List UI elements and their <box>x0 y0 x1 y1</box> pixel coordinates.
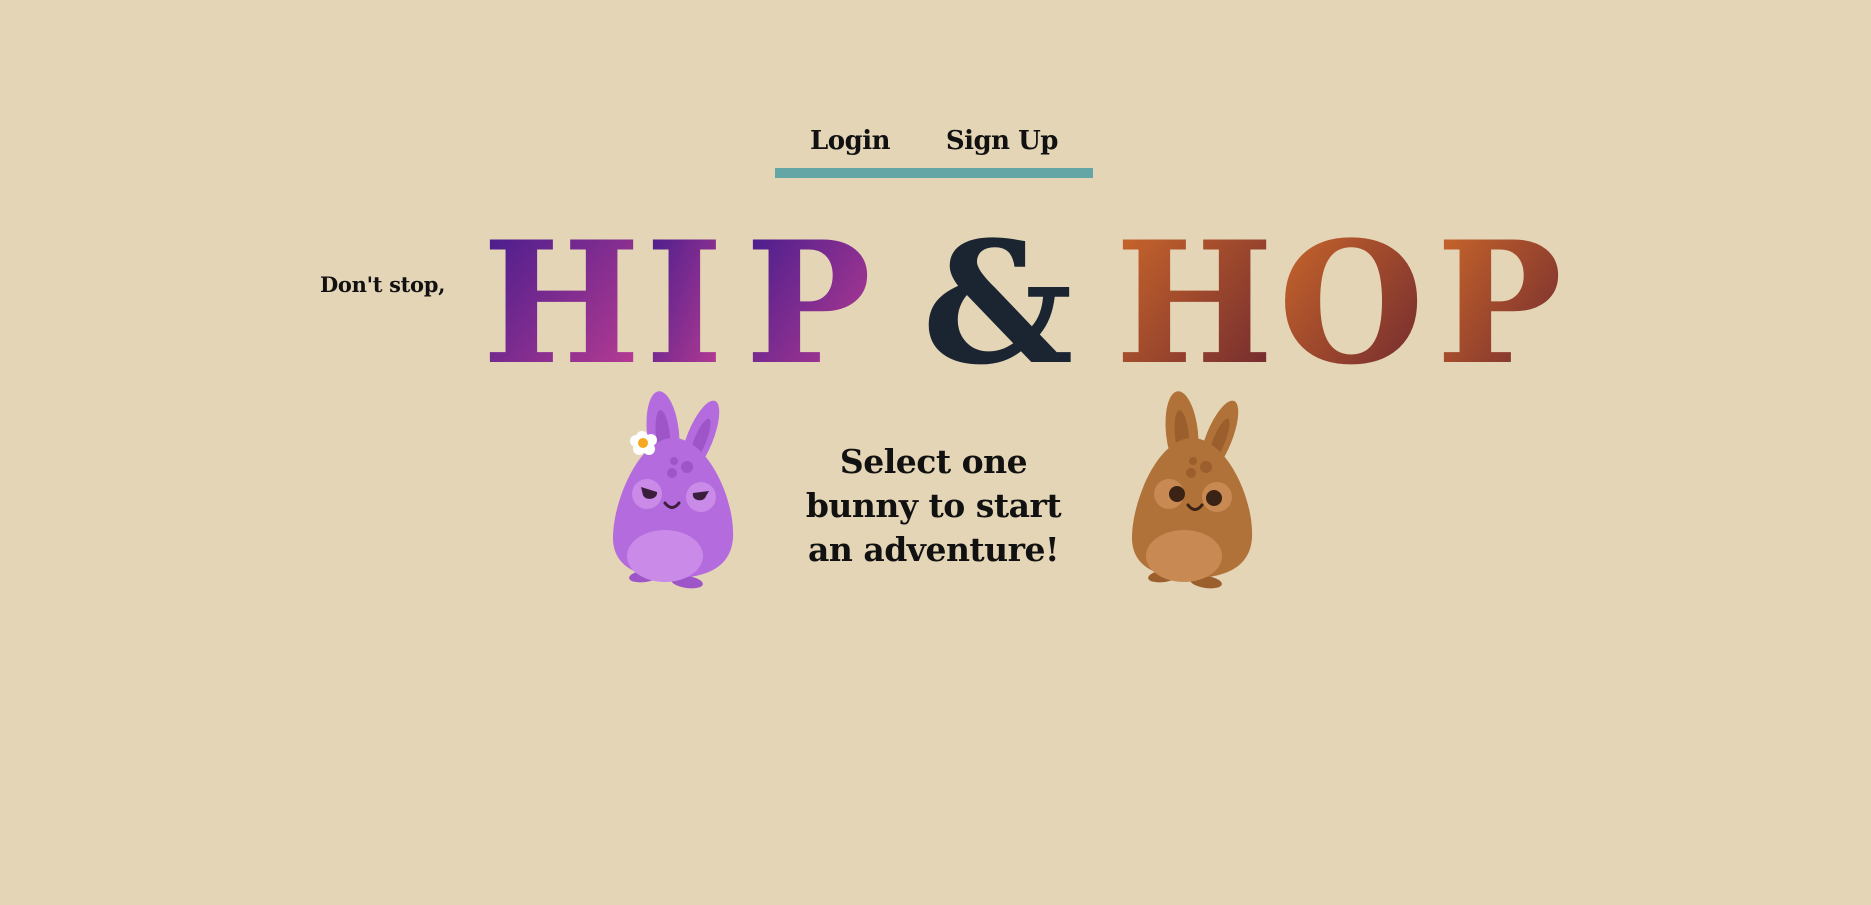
title-letter-p2: P <box>1436 204 1562 402</box>
purple-bunny-button[interactable] <box>605 388 745 593</box>
landing-page: Login Sign Up Don't stop, H I P & H O P … <box>0 0 1871 905</box>
reflection-ampersand: & <box>922 544 1074 742</box>
brown-bunny-button[interactable] <box>1124 388 1264 593</box>
flower-icon <box>630 431 657 455</box>
title-letter-o: O <box>1278 204 1424 402</box>
select-bunny-prompt: Select one bunny to start an adventure! <box>805 442 1062 569</box>
title-letter-i: I <box>645 204 724 402</box>
title-ampersand: & <box>922 204 1074 402</box>
reflection-letter-p2: P <box>1436 544 1562 742</box>
brown-bunny-eye-left <box>1169 486 1185 502</box>
title-main: H I P & H O P <box>482 204 1562 402</box>
purple-bunny-belly <box>627 530 703 582</box>
title-letter-h: H <box>482 204 641 402</box>
reflection-letter-o: O <box>1278 544 1424 742</box>
title-letter-p: P <box>745 204 871 402</box>
title-letter-h2: H <box>1115 204 1274 402</box>
brown-bunny-belly <box>1146 530 1222 582</box>
brown-bunny-eye-right <box>1206 490 1222 506</box>
reflection-letter-p: P <box>745 544 871 742</box>
